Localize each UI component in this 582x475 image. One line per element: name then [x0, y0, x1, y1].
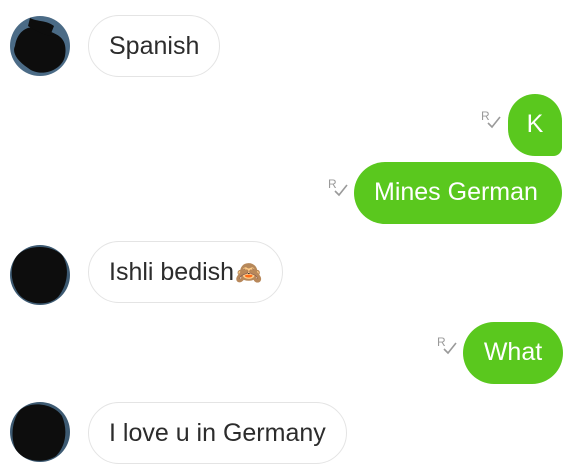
message-text: I love u in Germany — [109, 419, 326, 447]
read-receipt-icon: R — [436, 333, 458, 355]
read-receipt-icon: R — [480, 107, 502, 129]
message-bubble-outgoing[interactable]: Mines German — [354, 162, 562, 224]
redaction-scribble — [11, 246, 67, 304]
message-text: Mines German — [374, 178, 538, 206]
message-bubble-incoming[interactable]: Ishli bedish🙈 — [88, 241, 284, 303]
see-no-evil-monkey-icon: 🙈 — [235, 260, 263, 286]
message-bubble-outgoing[interactable]: What — [463, 322, 563, 384]
message-text: Ishli bedish — [109, 258, 235, 286]
message-bubble-incoming[interactable]: Spanish — [88, 15, 221, 77]
svg-text:R: R — [437, 335, 446, 349]
redaction-scribble — [14, 18, 66, 73]
message-text: K — [526, 110, 544, 138]
message-bubble-outgoing[interactable]: K — [508, 94, 562, 156]
message-text: What — [483, 338, 543, 366]
avatar[interactable] — [10, 16, 70, 76]
message-text: Spanish — [109, 32, 200, 60]
message-bubble-incoming[interactable]: I love u in Germany — [88, 402, 347, 464]
read-receipt-icon: R — [327, 175, 349, 197]
svg-text:R: R — [328, 177, 337, 191]
avatar[interactable] — [10, 402, 70, 462]
svg-text:R: R — [481, 109, 490, 123]
redaction-scribble — [12, 404, 66, 461]
avatar[interactable] — [10, 245, 70, 305]
